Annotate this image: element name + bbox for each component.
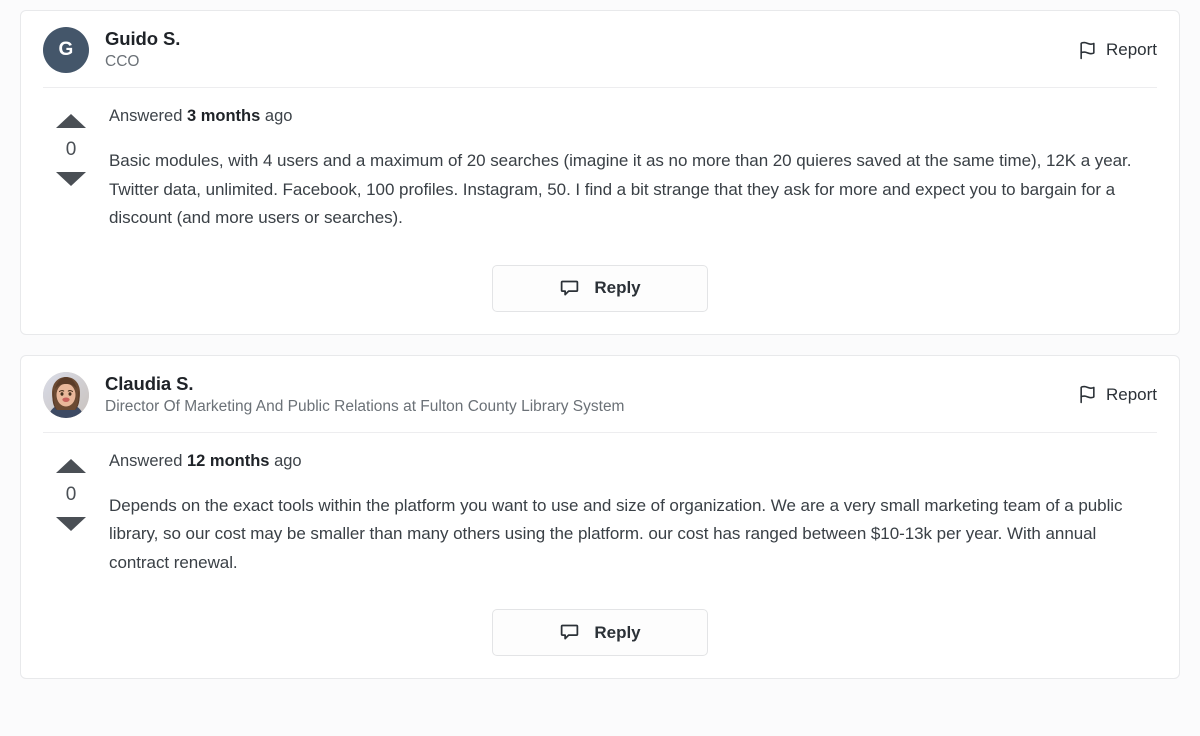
flag-icon — [1078, 41, 1097, 60]
author-title: Director Of Marketing And Public Relatio… — [105, 397, 1066, 418]
reply-button[interactable]: Reply — [492, 609, 708, 656]
report-label: Report — [1106, 40, 1157, 60]
answered-suffix: ago — [270, 452, 302, 470]
reply-label: Reply — [594, 278, 640, 298]
vote-column: 0 — [43, 451, 99, 578]
answer-text: Depends on the exact tools within the pl… — [109, 492, 1157, 577]
answered-prefix: Answered — [109, 107, 187, 125]
answered-time: 3 months — [187, 107, 260, 125]
answered-timestamp: Answered 12 months ago — [109, 451, 1157, 472]
answer-text: Basic modules, with 4 users and a maximu… — [109, 147, 1157, 232]
avatar[interactable] — [43, 372, 89, 418]
answered-timestamp: Answered 3 months ago — [109, 106, 1157, 127]
vote-count: 0 — [66, 140, 77, 159]
answer-card: G Guido S. CCO Report 0 — [20, 10, 1180, 335]
avatar[interactable]: G — [43, 27, 89, 73]
answer-header: G Guido S. CCO Report — [43, 11, 1157, 88]
reply-button[interactable]: Reply — [492, 265, 708, 312]
vote-count: 0 — [66, 485, 77, 504]
reply-label: Reply — [594, 623, 640, 643]
flag-icon — [1078, 385, 1097, 404]
answered-suffix: ago — [260, 107, 292, 125]
author-name[interactable]: Guido S. — [105, 27, 1066, 50]
avatar-photo — [43, 372, 89, 418]
triangle-up-icon[interactable] — [56, 459, 86, 473]
reply-row: Reply — [43, 239, 1157, 334]
speech-bubble-icon — [559, 278, 580, 299]
answer-header: Claudia S. Director Of Marketing And Pub… — [43, 356, 1157, 433]
answered-prefix: Answered — [109, 452, 187, 470]
report-button[interactable]: Report — [1066, 40, 1157, 60]
answer-body: 0 Answered 12 months ago Depends on the … — [43, 433, 1157, 584]
author-block: Claudia S. Director Of Marketing And Pub… — [105, 372, 1066, 418]
answers-list: G Guido S. CCO Report 0 — [0, 0, 1200, 736]
answer-content: Answered 12 months ago Depends on the ex… — [99, 451, 1157, 578]
speech-bubble-icon — [559, 622, 580, 643]
answered-time: 12 months — [187, 452, 270, 470]
author-name[interactable]: Claudia S. — [105, 372, 1066, 395]
triangle-down-icon[interactable] — [56, 172, 86, 186]
author-title: CCO — [105, 52, 1066, 73]
report-label: Report — [1106, 385, 1157, 405]
answer-card: Claudia S. Director Of Marketing And Pub… — [20, 355, 1180, 680]
answer-content: Answered 3 months ago Basic modules, wit… — [99, 106, 1157, 233]
triangle-up-icon[interactable] — [56, 114, 86, 128]
avatar-initial: G — [58, 39, 73, 61]
reply-row: Reply — [43, 583, 1157, 678]
answer-body: 0 Answered 3 months ago Basic modules, w… — [43, 88, 1157, 239]
triangle-down-icon[interactable] — [56, 517, 86, 531]
vote-column: 0 — [43, 106, 99, 233]
author-block: Guido S. CCO — [105, 27, 1066, 73]
report-button[interactable]: Report — [1066, 385, 1157, 405]
